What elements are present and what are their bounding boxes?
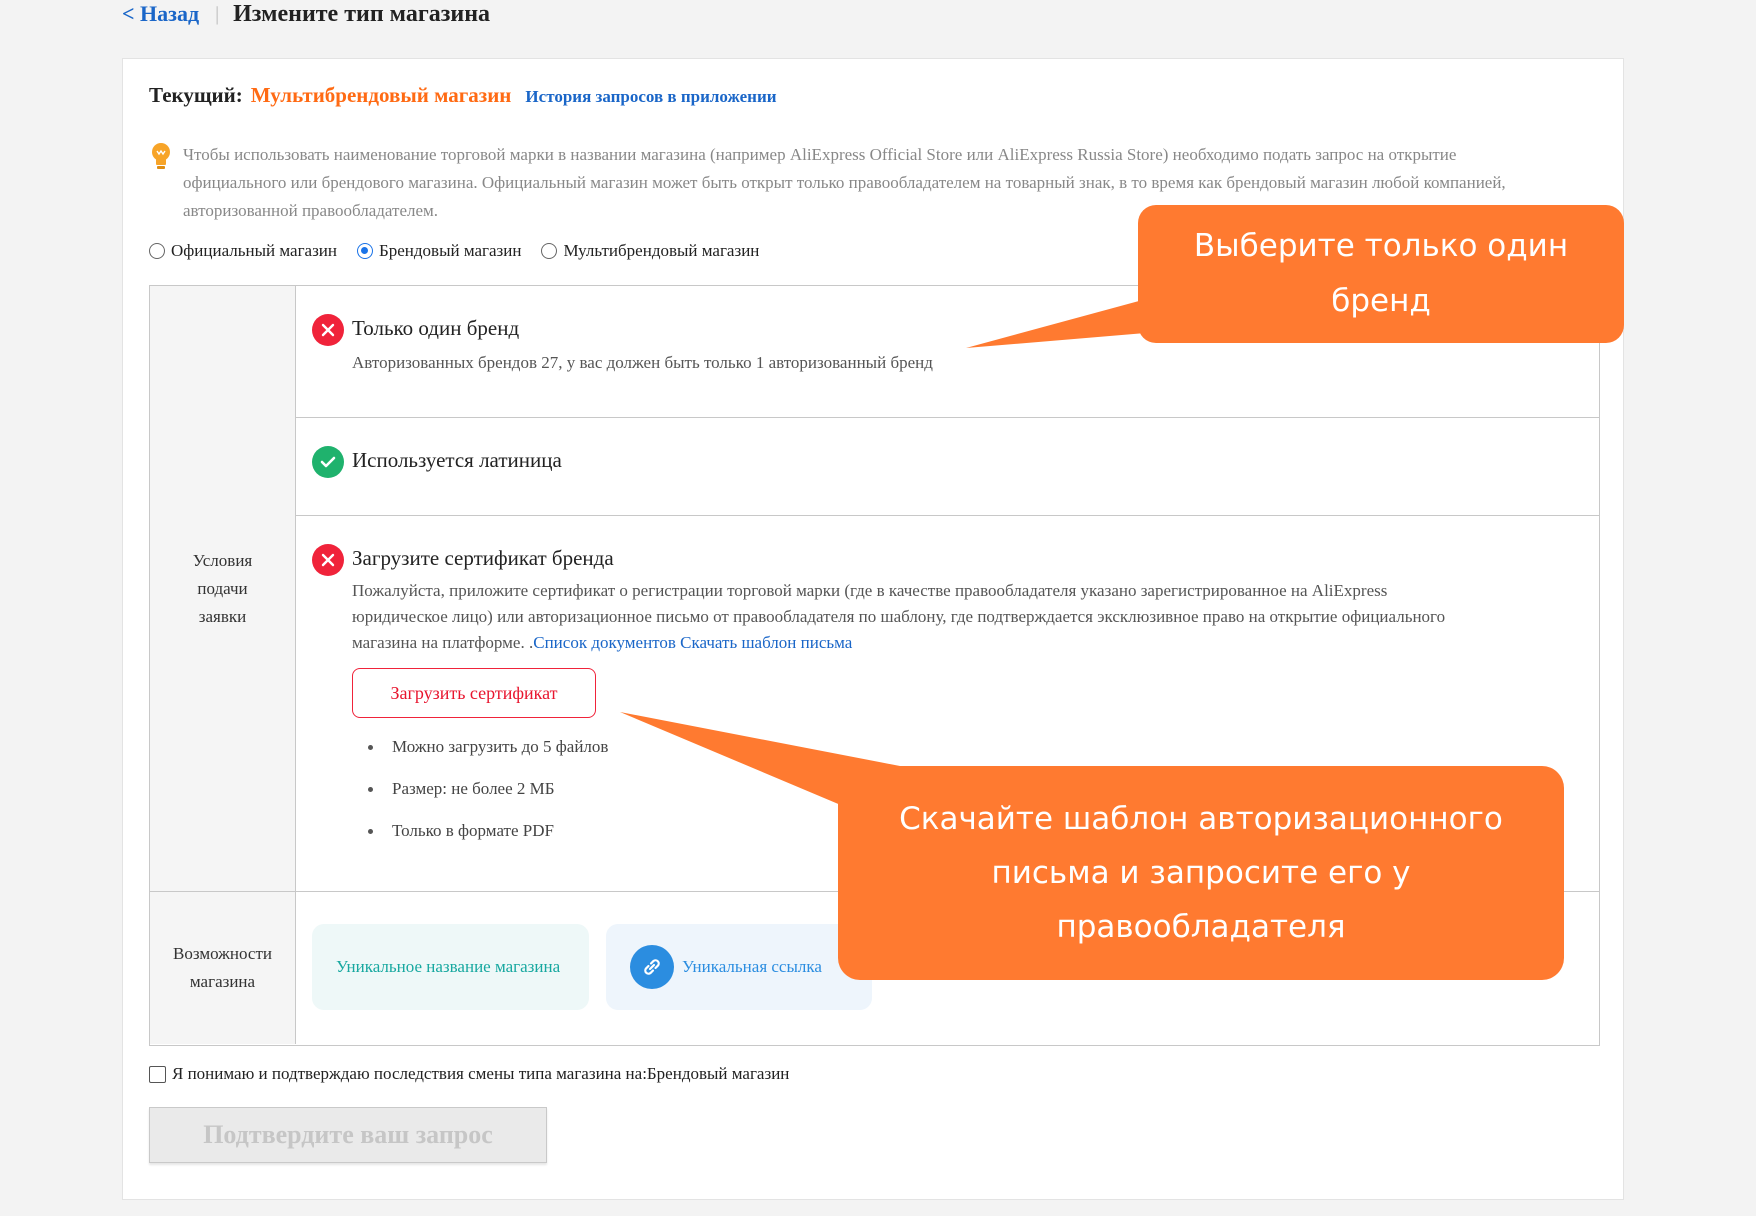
upload-requirements-list: Можно загрузить до 5 файлов Размер: не б… bbox=[366, 726, 608, 852]
download-template-link[interactable]: Скачать шаблон письма bbox=[680, 633, 852, 652]
radio-button[interactable] bbox=[541, 243, 558, 259]
page-title: Измените тип магазина bbox=[233, 0, 491, 27]
feature-label: Уникальная ссылка bbox=[682, 957, 822, 976]
confirm-checkbox[interactable] bbox=[149, 1065, 166, 1083]
top-bar: < Назад | Измените тип магазина bbox=[122, 0, 490, 28]
condition-title: Только один бренд bbox=[352, 316, 520, 340]
header-separator: | bbox=[215, 2, 220, 25]
features-section-label: Возможности магазина bbox=[150, 892, 296, 1044]
request-history-link[interactable]: История запросов в приложении bbox=[525, 87, 776, 107]
radio-multibrand-store[interactable]: Мультибрендовый магазин bbox=[541, 241, 759, 261]
list-item: Размер: не более 2 МБ bbox=[366, 768, 608, 810]
condition-title: Загрузите сертификат бренда bbox=[352, 546, 614, 570]
radio-label: Брендовый магазин bbox=[379, 241, 522, 260]
error-x-icon bbox=[312, 544, 344, 576]
conditions-section-label: Условия подачи заявки bbox=[150, 286, 296, 892]
condition-description: Пожалуйста, приложите сертификат о регис… bbox=[352, 581, 1446, 652]
lightbulb-icon bbox=[149, 141, 183, 225]
radio-button-selected[interactable] bbox=[357, 243, 373, 259]
back-link[interactable]: < Назад bbox=[122, 1, 199, 27]
error-x-icon bbox=[312, 314, 344, 346]
current-label: Текущий: bbox=[149, 83, 243, 107]
radio-brand-store[interactable]: Брендовый магазин bbox=[357, 241, 521, 261]
list-item: Только в формате PDF bbox=[366, 810, 608, 852]
radio-label: Мультибрендовый магазин bbox=[563, 241, 760, 260]
feature-unique-link: Уникальная ссылка bbox=[606, 924, 872, 1010]
submit-request-button[interactable]: Подтвердите ваш запрос bbox=[149, 1107, 547, 1163]
radio-official-store[interactable]: Официальный магазин bbox=[149, 241, 337, 261]
success-check-icon bbox=[312, 446, 344, 478]
list-item: Можно загрузить до 5 файлов bbox=[366, 726, 608, 768]
radio-button[interactable] bbox=[149, 243, 165, 259]
condition-latin: Используется латиница bbox=[296, 418, 1599, 516]
documents-list-link[interactable]: Список документов bbox=[533, 633, 676, 652]
store-type-radio-group: Официальный магазин Брендовый магазин Му… bbox=[149, 241, 779, 261]
callout-download-template: Скачайте шаблон авторизационного письма … bbox=[838, 766, 1564, 980]
link-icon bbox=[630, 945, 674, 989]
radio-label: Официальный магазин bbox=[171, 241, 337, 260]
upload-certificate-button[interactable]: Загрузить сертификат bbox=[352, 668, 596, 718]
feature-unique-name: Уникальное название магазина bbox=[312, 924, 589, 1010]
confirm-consent-row[interactable]: Я понимаю и подтверждаю последствия смен… bbox=[149, 1064, 789, 1084]
condition-title: Используется латиница bbox=[352, 448, 562, 472]
callout-one-brand: Выберите только один бренд bbox=[1138, 205, 1624, 343]
current-value: Мультибрендовый магазин bbox=[250, 83, 512, 107]
current-store-type: Текущий: Мультибрендовый магазин История… bbox=[149, 83, 777, 108]
confirm-label: Я понимаю и подтверждаю последствия смен… bbox=[172, 1064, 790, 1083]
condition-description: Авторизованных брендов 27, у вас должен … bbox=[352, 353, 933, 372]
